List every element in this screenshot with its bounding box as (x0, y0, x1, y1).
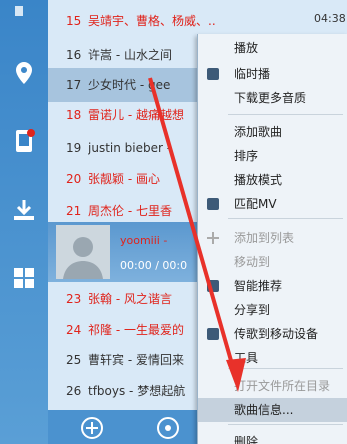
music-player-window: 15 吴靖宇、曹格、杨威、.. 16 许嵩 - 山水之间 17 少女时代 - gee 18 雷… (0, 0, 347, 444)
annotation-arrow (148, 77, 246, 392)
